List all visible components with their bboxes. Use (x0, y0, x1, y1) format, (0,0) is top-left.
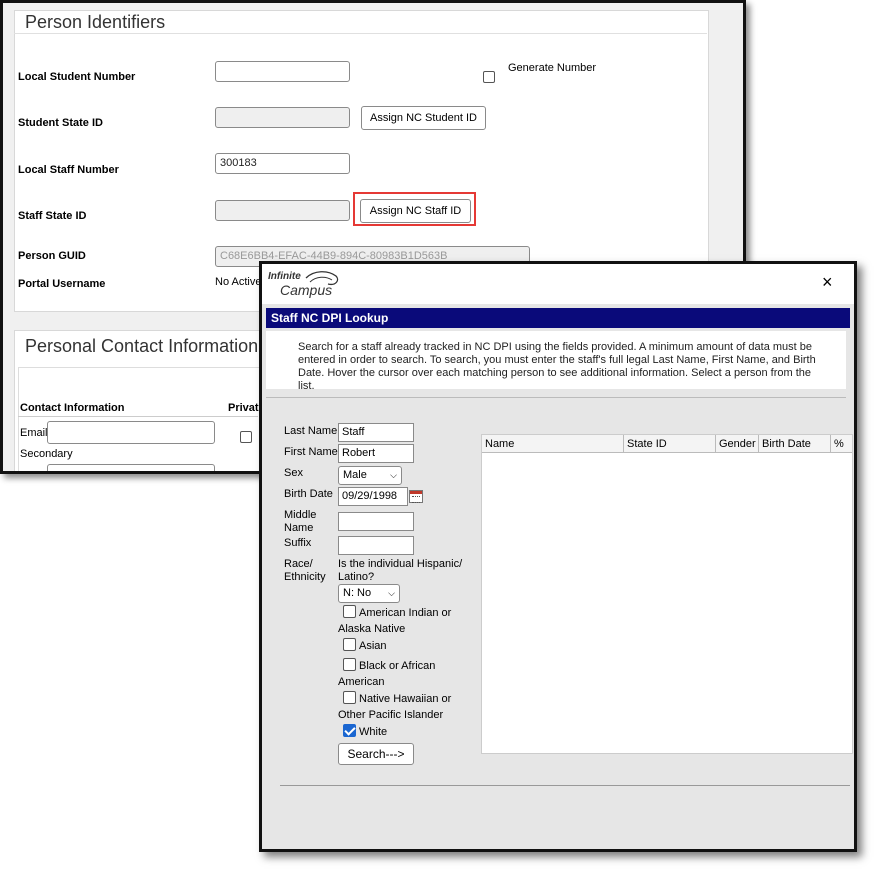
private-header: Privat (228, 402, 259, 414)
last-name-input[interactable]: Staff (338, 423, 414, 442)
description-text: Search for a staff already tracked in NC… (298, 341, 816, 392)
sex-select[interactable]: Male ⌵ (338, 466, 402, 485)
suffix-label: Suffix (284, 537, 312, 549)
staff-state-id-input[interactable] (215, 200, 350, 221)
race-label-native-hawaiian-2: Other Pacific Islander (338, 709, 444, 721)
description-box: Search for a staff already tracked in NC… (266, 331, 846, 392)
sex-label: Sex (284, 467, 303, 479)
assign-nc-staff-id-button[interactable]: Assign NC Staff ID (360, 199, 471, 223)
secondary-email-input[interactable] (47, 464, 215, 471)
assign-nc-student-id-button[interactable]: Assign NC Student ID (361, 106, 486, 130)
generate-number-checkbox[interactable] (483, 71, 495, 83)
local-student-number-input[interactable] (215, 61, 350, 82)
local-staff-number-input[interactable]: 300183 (215, 153, 350, 174)
race-checkbox-asian[interactable] (343, 638, 356, 651)
search-button[interactable]: Search---> (338, 743, 414, 765)
email-private-checkbox[interactable] (240, 431, 252, 443)
local-staff-number-label: Local Staff Number (18, 164, 119, 176)
footer-divider (280, 785, 850, 786)
dialog-title-bar: Staff NC DPI Lookup (266, 308, 850, 328)
person-guid-label: Person GUID (18, 250, 86, 262)
last-name-label: Last Name (284, 425, 338, 437)
staff-state-id-label: Staff State ID (18, 210, 87, 222)
staff-lookup-dialog: Infinite Campus × Staff NC DPI Lookup Se… (259, 261, 857, 852)
local-student-number-label: Local Student Number (18, 71, 136, 83)
middle-name-input[interactable] (338, 512, 414, 531)
contact-information-header: Contact Information (20, 402, 125, 414)
first-name-label: First Name (284, 446, 338, 458)
hispanic-select-value: N: No (343, 587, 372, 599)
column-header-state-id[interactable]: State ID (624, 435, 716, 453)
generate-number-label: Generate Number (508, 62, 597, 74)
race-checkbox-black[interactable] (343, 658, 356, 671)
personal-contact-title: Personal Contact Information (25, 336, 259, 356)
hispanic-question: Is the individual Hispanic/ Latino? (338, 558, 463, 583)
column-header-match[interactable]: % (831, 435, 852, 453)
results-table[interactable]: Name State ID Gender Birth Date % (481, 434, 853, 754)
chevron-down-icon: ⌵ (390, 470, 397, 480)
chevron-down-icon: ⌵ (388, 588, 395, 598)
race-ethnicity-label: Race/ Ethnicity (284, 558, 326, 583)
student-state-id-input[interactable] (215, 107, 350, 128)
race-label-black: Black or African (359, 660, 436, 672)
race-checkbox-american-indian[interactable] (343, 605, 356, 618)
race-label-native-hawaiian: Native Hawaiian or (359, 693, 452, 705)
dialog-header: Infinite Campus × (262, 264, 854, 304)
birth-date-input[interactable]: 09/29/1998 (338, 487, 408, 506)
race-checkbox-white[interactable] (343, 724, 356, 737)
race-label-white: White (359, 726, 388, 738)
dialog-title: Staff NC DPI Lookup (271, 311, 389, 325)
infinite-campus-logo: Infinite Campus (266, 268, 346, 300)
race-label-american-indian-2: Alaska Native (338, 623, 406, 635)
person-identifiers-title: Person Identifiers (25, 12, 166, 32)
contact-header-divider (18, 416, 258, 417)
portal-username-value: No Active (215, 276, 262, 288)
secondary-label: Secondary (20, 448, 73, 460)
birth-date-label: Birth Date (284, 488, 333, 500)
email-label: Email: (20, 427, 51, 439)
portal-username-label: Portal Username (18, 278, 106, 290)
logo-text-top: Infinite (268, 271, 301, 282)
first-name-input[interactable]: Robert (338, 444, 414, 463)
race-label-black-2: American (338, 676, 385, 688)
close-icon[interactable]: × (822, 273, 833, 291)
race-label-asian: Asian (359, 640, 387, 652)
desc-divider (266, 397, 846, 398)
email-input[interactable] (47, 421, 215, 444)
middle-name-label: Middle Name (284, 509, 317, 534)
suffix-input[interactable] (338, 536, 414, 555)
sex-select-value: Male (343, 469, 367, 481)
calendar-icon[interactable] (409, 490, 423, 503)
logo-text-bottom: Campus (280, 282, 333, 298)
column-header-birth-date[interactable]: Birth Date (759, 435, 831, 453)
hispanic-select[interactable]: N: No ⌵ (338, 584, 400, 603)
race-checkbox-native-hawaiian[interactable] (343, 691, 356, 704)
race-label-american-indian: American Indian or (359, 607, 452, 619)
column-header-gender[interactable]: Gender (716, 435, 759, 453)
student-state-id-label: Student State ID (18, 117, 103, 129)
column-header-name[interactable]: Name (482, 435, 624, 453)
title-divider (14, 33, 707, 34)
